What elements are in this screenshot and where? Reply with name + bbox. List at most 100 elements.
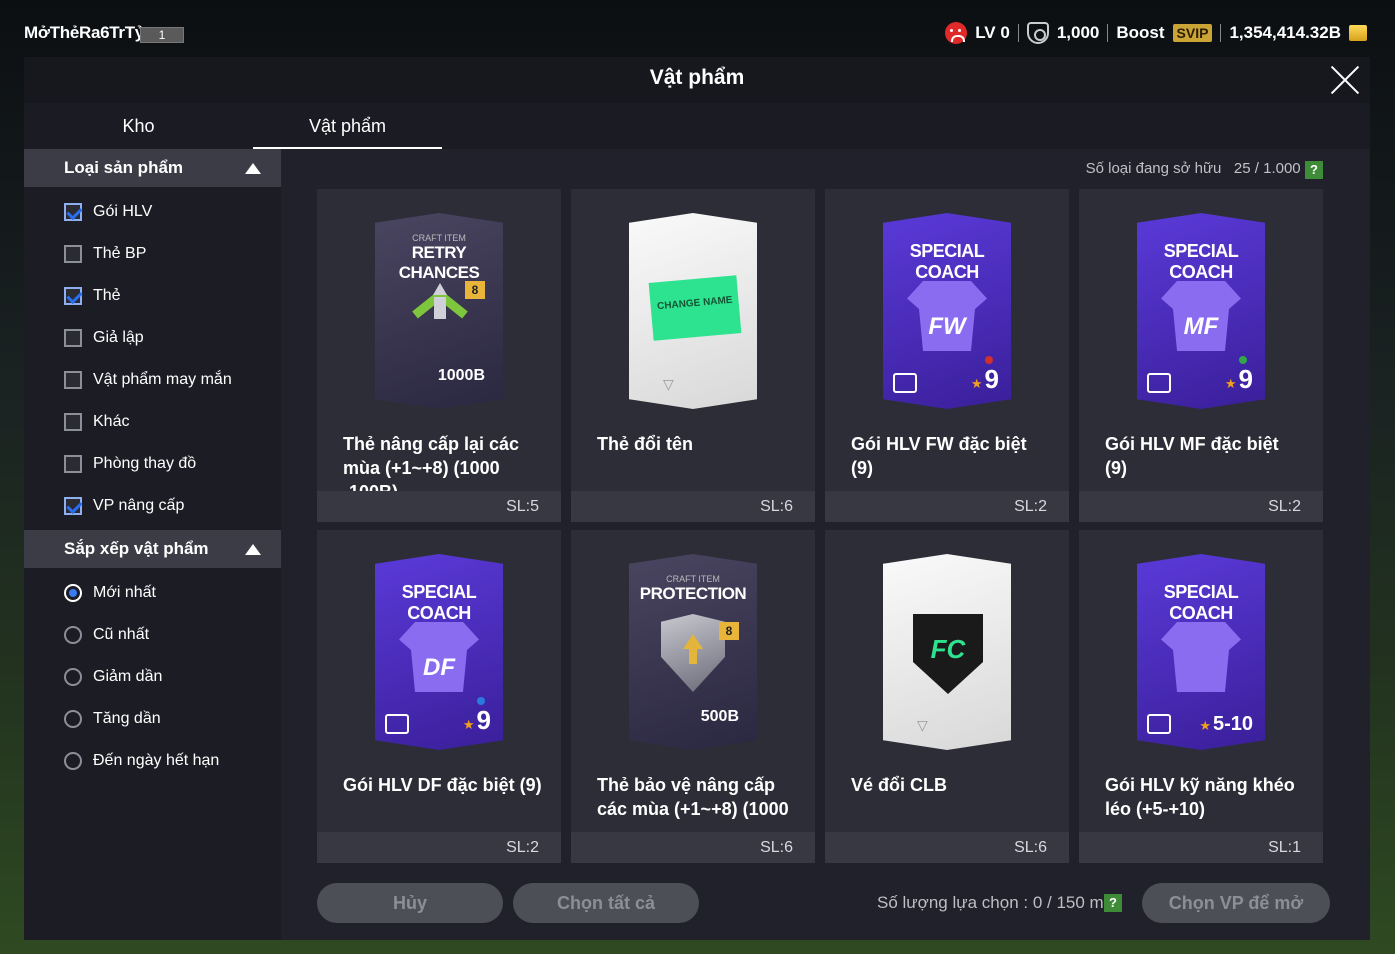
item-art: FC ▽ [825,530,1069,770]
name-card-icon: CHANGE NAME [648,275,742,341]
checkbox[interactable] [64,455,82,473]
coin-icon [1349,25,1367,41]
game-title: MởThẻRa6TrTỷ [24,23,144,42]
filter-other[interactable]: Khác [64,411,129,433]
boost-label[interactable]: Boost [1116,23,1164,43]
filter-simulation[interactable]: Giả lập [64,327,144,349]
item-card[interactable]: CHANGE NAME ▽ Thẻ đổi tên SL:6 [571,189,815,522]
item-name: Gói HLV MF đặc biệt (9) [1105,434,1279,478]
pack-subtitle: CRAFT ITEM [412,233,466,243]
jersey-icon: DF [399,622,479,692]
sort-oldest[interactable]: Cũ nhất [64,624,149,646]
close-icon[interactable] [1330,65,1360,95]
select-all-button[interactable]: Chọn tất cả [513,883,699,923]
coach-icon [1147,714,1171,734]
filter-card[interactable]: Thẻ [64,285,121,307]
item-name: Vé đổi CLB [851,775,948,795]
coach-icon [385,714,409,734]
item-card[interactable]: SPECIAL COACH ★ 5-10 Gói HLV kỹ năng khéo… [1079,530,1323,863]
filter-lucky-item[interactable]: Vật phẩm may mắn [64,369,232,391]
title-badge: 1 [140,27,184,43]
divider [1220,24,1222,42]
selected-count: Số lượng lựa chọn : 0 / 150 món [877,893,1123,912]
item-quantity: SL:2 [317,832,561,863]
level-value: 9 [476,705,491,735]
item-name: Gói HLV FW đặc biệt (9) [851,434,1027,478]
star-icon: ★ [970,376,983,391]
radio-selected[interactable] [64,584,82,602]
modal-header: Vật phẩm [24,57,1370,103]
level-value: 9 [1238,364,1253,394]
status-bar: LV 0 1,000 Boost SVIP 1,354,414.32B [945,22,1367,44]
svip-badge[interactable]: SVIP [1172,24,1213,42]
coach-level: ★9 [1225,364,1253,395]
protection-shield-icon [661,614,725,692]
checkbox[interactable] [64,245,82,263]
checkbox[interactable] [64,413,82,431]
radio[interactable] [64,710,82,728]
sort-header[interactable]: Sắp xếp vật phẩm [24,530,281,568]
item-card[interactable]: FC ▽ Vé đổi CLB SL:6 [825,530,1069,863]
special-coach-pack: SPECIAL COACH ★ 5-10 [1137,554,1265,750]
item-quantity: SL:5 [317,491,561,522]
help-icon[interactable]: ? [1104,894,1122,912]
position-dot [1239,356,1247,364]
open-selected-button[interactable]: Chọn VP để mở [1142,883,1330,923]
cancel-button[interactable]: Hủy [317,883,503,923]
sort-newest[interactable]: Mới nhất [64,582,156,604]
jersey-icon [1161,622,1241,692]
position-label: DF [423,654,455,681]
position-label: FW [928,313,966,340]
position-label: MF [1183,313,1219,340]
filter-label: VP nâng cấp [93,497,185,514]
checkbox-checked[interactable] [64,287,82,305]
filter-locker-room[interactable]: Phòng thay đồ [64,453,196,475]
sort-descending[interactable]: Giảm dần [64,666,162,688]
item-card[interactable]: SPECIAL COACH MF ★9 Gói HLV MF đặc biệt … [1079,189,1323,522]
checkbox[interactable] [64,371,82,389]
radio[interactable] [64,626,82,644]
filter-upgrade-item[interactable]: VP nâng cấp [64,495,184,517]
tab-items[interactable]: Vật phẩm [253,103,442,149]
radio[interactable] [64,752,82,770]
item-card[interactable]: SPECIAL COACH DF ★9 Gói HLV DF đặc biệt … [317,530,561,863]
svip-label: SVIP [1176,25,1209,41]
item-art: SPECIAL COACH DF ★9 [317,530,561,770]
pack-title: PROTECTION [639,584,747,603]
checkbox-checked[interactable] [64,203,82,221]
item-art: SPECIAL COACH ★ 5-10 [1079,530,1323,770]
checkbox-checked[interactable] [64,497,82,515]
special-coach-pack: SPECIAL COACH MF ★9 [1137,213,1265,409]
item-name: Thẻ đổi tên [597,434,693,454]
checkbox[interactable] [64,329,82,347]
level-value: 5-10 [1212,713,1253,735]
filter-label: Thẻ [93,287,121,304]
item-card[interactable]: SPECIAL COACH FW ★9 Gói HLV FW đặc biệt … [825,189,1069,522]
filter-label: Phòng thay đồ [93,455,197,472]
collapse-icon[interactable] [245,163,261,174]
star-icon: ★ [1224,376,1237,391]
item-card[interactable]: CRAFT ITEM RETRY CHANCES 8 1000B Thẻ nân… [317,189,561,522]
filter-label: Khác [93,413,130,430]
item-quantity: SL:6 [571,491,815,522]
tab-storage[interactable]: Kho [24,103,253,149]
tab-bar: Kho Vật phẩm [24,103,1370,149]
star-icon: ★ [462,717,475,732]
product-type-header[interactable]: Loại sản phẩm [24,149,281,187]
filter-bp-card[interactable]: Thẻ BP [64,243,146,265]
item-quantity: SL:6 [825,832,1069,863]
filter-coach-pack[interactable]: Gói HLV [64,201,152,223]
sort-ascending[interactable]: Tăng dần [64,708,161,730]
pack-title: SPECIAL COACH [1163,241,1239,282]
help-icon[interactable]: ? [1305,161,1323,179]
pack-title: SPECIAL COACH [401,582,477,623]
card-text: CHANGE NAME [656,294,733,313]
sort-expiry[interactable]: Đến ngày hết hạn [64,750,219,772]
item-card[interactable]: CRAFT ITEM PROTECTION 8 500B Thẻ bảo vệ … [571,530,815,863]
collapse-icon[interactable] [245,544,261,555]
level-badge: 8 [719,622,739,640]
item-art: SPECIAL COACH FW ★9 [825,189,1069,429]
item-quantity: SL:6 [571,832,815,863]
radio[interactable] [64,668,82,686]
max-value: 1000B [437,367,485,384]
